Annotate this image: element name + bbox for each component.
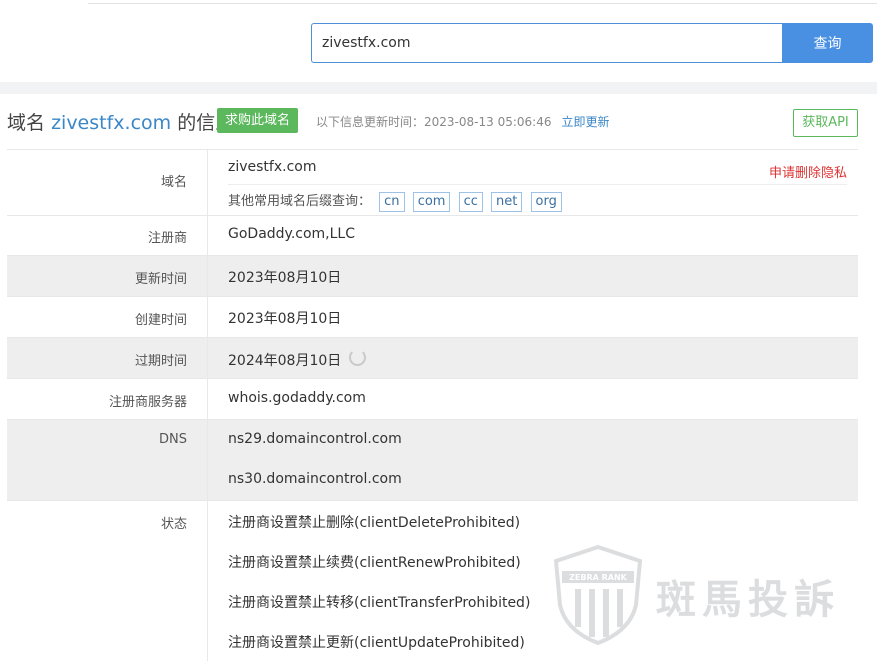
suffix-net[interactable]: net [491, 192, 523, 212]
status-value-4: 注册商设置禁止更新(clientUpdateProhibited) [228, 635, 525, 651]
row-key: 域名 [160, 175, 187, 190]
shield-logo-icon: ZEBRA RANK [553, 544, 643, 646]
whois-server-value: whois.godaddy.com [228, 390, 366, 406]
updated-value: 2023年08月10日 [228, 270, 342, 286]
table-row-dns: DNS ns29.domaincontrol.com ns30.domainco… [7, 420, 858, 501]
watermark-text: 斑馬投訴 [656, 577, 840, 623]
table-row-expires: 过期时间 2024年08月10日 [7, 338, 858, 379]
delete-privacy-link[interactable]: 申请删除隐私 [769, 162, 847, 181]
suffix-query: 其他常用域名后缀查询： cn com cc net org [228, 190, 562, 212]
expires-value: 2024年08月10日 [228, 353, 342, 369]
dns-value-1: ns29.domaincontrol.com [228, 431, 402, 447]
buy-domain-button[interactable]: 求购此域名 [217, 108, 299, 133]
table-row-whois-server: 注册商服务器 whois.godaddy.com [7, 379, 858, 420]
info-header: 域名 zivestfx.com 的信息 求购此域名 以下信息更新时间：2023-… [7, 104, 858, 148]
update-info: 以下信息更新时间：2023-08-13 05:06:46 立即更新 [316, 115, 610, 129]
suffix-com[interactable]: com [412, 192, 451, 212]
title-domain: zivestfx.com [51, 112, 172, 134]
status-value-2: 注册商设置禁止续费(clientRenewProhibited) [228, 555, 521, 571]
domain-value: zivestfx.com [228, 159, 317, 175]
suffix-org[interactable]: org [530, 192, 562, 212]
page-title: 域名 zivestfx.com 的信息 [7, 112, 235, 134]
svg-text:ZEBRA RANK: ZEBRA RANK [569, 573, 628, 582]
refresh-icon[interactable] [349, 349, 367, 366]
get-api-button[interactable]: 获取API [793, 109, 858, 137]
status-value-3: 注册商设置禁止转移(clientTransferProhibited) [228, 595, 531, 611]
top-divider [88, 0, 877, 4]
table-row-created: 创建时间 2023年08月10日 [7, 297, 858, 338]
section-band [0, 82, 877, 94]
dns-value-2: ns30.domaincontrol.com [228, 471, 402, 487]
domain-search-input[interactable] [311, 23, 802, 63]
search-bar: 查询 [311, 23, 873, 63]
table-row-updated: 更新时间 2023年08月10日 [7, 256, 858, 297]
watermark: ZEBRA RANK 斑馬投訴 [552, 544, 862, 646]
suffix-cc[interactable]: cc [458, 192, 483, 212]
table-row-domain: 域名 zivestfx.com 申请删除隐私 其他常用域名后缀查询： cn co… [7, 150, 858, 216]
suffix-cn[interactable]: cn [379, 192, 405, 212]
table-row-registrar: 注册商 GoDaddy.com,LLC [7, 216, 858, 256]
created-value: 2023年08月10日 [228, 311, 342, 327]
update-time: 2023-08-13 05:06:46 [424, 115, 552, 129]
registrar-value: GoDaddy.com,LLC [228, 226, 356, 242]
query-button[interactable]: 查询 [782, 23, 873, 63]
status-value-1: 注册商设置禁止删除(clientDeleteProhibited) [228, 515, 521, 531]
update-now-link[interactable]: 立即更新 [561, 115, 609, 129]
